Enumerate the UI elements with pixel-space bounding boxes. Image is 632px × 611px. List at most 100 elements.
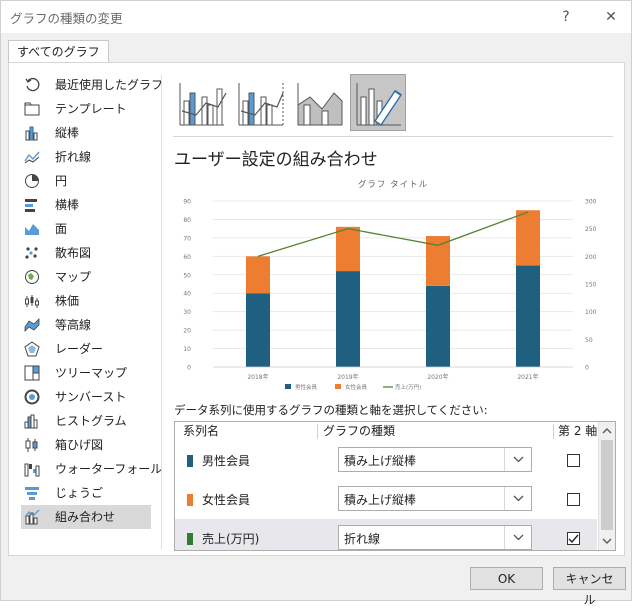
bar bbox=[336, 271, 360, 367]
surface-chart-icon bbox=[24, 318, 40, 332]
sidebar-item-label: サンバースト bbox=[55, 390, 127, 404]
header-separator bbox=[553, 424, 554, 439]
stock-chart-icon bbox=[25, 295, 39, 308]
sidebar-item[interactable]: じょうご bbox=[21, 481, 151, 505]
bar bbox=[516, 210, 540, 266]
sidebar-item[interactable]: 面 bbox=[21, 217, 151, 241]
radar-chart-icon bbox=[24, 341, 40, 357]
chart-type-value: 積み上げ縦棒 bbox=[344, 454, 417, 468]
secondary-axis-checkbox[interactable] bbox=[567, 532, 580, 545]
sidebar-item[interactable]: テンプレート bbox=[21, 97, 151, 121]
custom-combination-icon bbox=[356, 83, 402, 126]
sidebar-item-label: 散布図 bbox=[55, 246, 92, 260]
subtype-clustered-column-line[interactable] bbox=[173, 74, 229, 131]
chart-type-dropdown[interactable]: 積み上げ縦棒 bbox=[338, 447, 532, 472]
cancel-button[interactable]: キャンセル bbox=[553, 567, 626, 607]
sidebar-item-label: 株価 bbox=[55, 294, 80, 308]
sidebar-item-label: 横棒 bbox=[55, 198, 80, 212]
y2-tick-label: 50 bbox=[585, 337, 593, 344]
x-tick-label: 2020年 bbox=[427, 373, 448, 381]
close-button[interactable]: ✕ bbox=[598, 4, 624, 30]
sidebar-item-label: 面 bbox=[55, 222, 68, 236]
series-line bbox=[257, 211, 529, 257]
y2-tick-label: 0 bbox=[585, 365, 589, 372]
table-scrollbar[interactable] bbox=[598, 422, 615, 550]
secondary-axis-checkbox[interactable] bbox=[567, 454, 580, 467]
sidebar-item[interactable]: ヒストグラム bbox=[21, 409, 151, 433]
sidebar-item-label: 組み合わせ bbox=[55, 510, 116, 524]
sidebar-item[interactable]: ウォーターフォール bbox=[21, 457, 162, 481]
sidebar-item[interactable]: レーダー bbox=[21, 337, 151, 361]
help-button[interactable]: ? bbox=[553, 4, 579, 30]
y-tick-label: 60 bbox=[183, 254, 191, 261]
x-tick-label: 2018年 bbox=[247, 373, 268, 381]
sidebar-item[interactable]: 最近使用したグラフ bbox=[21, 73, 163, 97]
map-chart-icon bbox=[25, 270, 39, 284]
table-row[interactable]: 男性会員 積み上げ縦棒 bbox=[175, 441, 597, 480]
bar bbox=[516, 265, 540, 367]
sidebar-item[interactable]: ツリーマップ bbox=[21, 361, 151, 385]
chevron-down-icon bbox=[513, 495, 524, 502]
y-tick-label: 90 bbox=[183, 199, 191, 206]
scroll-up-icon[interactable] bbox=[599, 423, 615, 439]
line-chart-icon bbox=[24, 151, 40, 164]
section-title: ユーザー設定の組み合わせ bbox=[174, 150, 378, 170]
column-chart-icon bbox=[25, 126, 38, 141]
sidebar-item-label: 縦棒 bbox=[55, 126, 80, 140]
series-color-swatch bbox=[187, 533, 193, 545]
clustered-column-line-icon bbox=[179, 83, 227, 126]
column-header-series-name: 系列名 bbox=[183, 424, 220, 438]
histogram-chart-icon bbox=[24, 414, 38, 429]
scatter-chart-icon bbox=[25, 247, 38, 259]
y-tick-label: 80 bbox=[183, 217, 191, 224]
sidebar-item[interactable]: サンバースト bbox=[21, 385, 151, 409]
y2-tick-label: 100 bbox=[585, 309, 597, 316]
sidebar-item[interactable]: 箱ひげ図 bbox=[21, 433, 151, 457]
scroll-thumb[interactable] bbox=[601, 440, 613, 530]
sidebar-item[interactable]: マップ bbox=[21, 265, 151, 289]
subtype-custom-combination[interactable] bbox=[350, 74, 406, 131]
sidebar-item[interactable]: 散布図 bbox=[21, 241, 151, 265]
waterfall-chart-icon bbox=[24, 463, 40, 477]
y-tick-label: 40 bbox=[183, 291, 191, 298]
table-row[interactable]: 売上(万円) 折れ線 bbox=[175, 519, 597, 550]
x-tick-label: 2019年 bbox=[337, 373, 358, 381]
sidebar-item[interactable]: 折れ線 bbox=[21, 145, 151, 169]
dropdown-button[interactable] bbox=[504, 487, 531, 510]
sidebar-item[interactable]: 等高線 bbox=[21, 313, 151, 337]
secondary-axis-checkbox[interactable] bbox=[567, 493, 580, 506]
checkmark-icon bbox=[568, 534, 579, 544]
bar-chart-icon bbox=[25, 199, 37, 212]
chart-type-dropdown[interactable]: 折れ線 bbox=[338, 525, 532, 550]
y-tick-label: 30 bbox=[183, 309, 191, 316]
series-color-swatch bbox=[187, 455, 193, 467]
dropdown-button[interactable] bbox=[504, 526, 531, 549]
sidebar-item-label: 最近使用したグラフ bbox=[55, 78, 164, 92]
bar bbox=[246, 293, 270, 367]
table-row[interactable]: 女性会員 積み上げ縦棒 bbox=[175, 480, 597, 519]
subtype-clustered-column-line-secondary[interactable] bbox=[232, 74, 288, 131]
sidebar-item[interactable]: 円 bbox=[21, 169, 151, 193]
clustered-column-line-secondary-icon bbox=[238, 83, 284, 126]
sidebar-item-label: 等高線 bbox=[55, 318, 92, 332]
chart-category-list: 最近使用したグラフテンプレート縦棒折れ線円横棒面散布図マップ株価等高線レーダーツ… bbox=[21, 73, 163, 529]
sidebar-item-label: レーダー bbox=[55, 342, 104, 356]
sidebar-item-label: じょうご bbox=[55, 486, 104, 500]
sidebar-item[interactable]: 株価 bbox=[21, 289, 151, 313]
tab-all-charts[interactable]: すべてのグラフ bbox=[8, 40, 109, 64]
bar bbox=[336, 226, 360, 272]
x-tick-label: 2021年 bbox=[517, 373, 538, 381]
sidebar-item[interactable]: 組み合わせ bbox=[21, 505, 151, 529]
dropdown-button[interactable] bbox=[504, 448, 531, 471]
scroll-down-icon[interactable] bbox=[599, 533, 615, 549]
chart-type-dropdown[interactable]: 積み上げ縦棒 bbox=[338, 486, 532, 511]
header-separator bbox=[317, 424, 318, 439]
subtype-stacked-area-column[interactable] bbox=[291, 74, 347, 131]
sidebar-item-label: 折れ線 bbox=[55, 150, 92, 164]
stacked-area-column-icon bbox=[297, 83, 343, 126]
ok-button[interactable]: OK bbox=[470, 567, 543, 590]
y-tick-label: 0 bbox=[187, 365, 191, 372]
sidebar-item[interactable]: 横棒 bbox=[21, 193, 151, 217]
column-header-secondary-axis: 第 2 軸 bbox=[558, 424, 598, 438]
sidebar-item[interactable]: 縦棒 bbox=[21, 121, 151, 145]
